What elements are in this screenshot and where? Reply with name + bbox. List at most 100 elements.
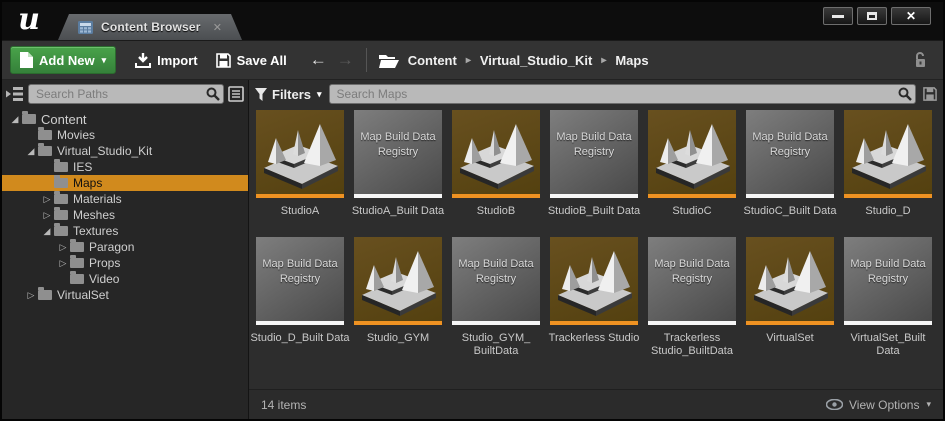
asset-name: Studio_D_Built Data	[250, 332, 350, 344]
tree-collapsed-icon[interactable]: ▷	[56, 239, 70, 255]
tree-item-ies[interactable]: IES	[2, 159, 248, 175]
folder-icon	[22, 111, 36, 124]
registry-overlay-text: Map Build Data Registry	[850, 258, 926, 285]
map-thumbnail[interactable]	[256, 110, 344, 198]
map-thumbnail[interactable]	[354, 237, 442, 325]
registry-thumbnail[interactable]: Map Build Data Registry	[844, 237, 932, 325]
tree-item-paragon[interactable]: ▷ Paragon	[2, 239, 248, 255]
registry-thumbnail[interactable]: Map Build Data Registry	[746, 110, 834, 198]
asset-tile[interactable]: StudioB	[450, 110, 542, 233]
tree-item-label: Virtual_Studio_Kit	[57, 144, 153, 158]
breadcrumb-separator-icon: ▸	[601, 54, 607, 66]
tree-item-meshes[interactable]: ▷ Meshes	[2, 207, 248, 223]
tree-item-content[interactable]: ◢ Content	[2, 111, 248, 127]
item-count: 14 items	[261, 397, 307, 412]
minimize-button[interactable]	[823, 7, 853, 25]
toolbar: Add New ▾ Import Save All ← → Content ▸ …	[2, 40, 943, 80]
toolbar-separator	[365, 48, 367, 72]
tree-item-movies[interactable]: Movies	[2, 127, 248, 143]
asset-tile[interactable]: Map Build Data Registry StudioC_Built Dat…	[744, 110, 836, 233]
tab-close-icon[interactable]: ✕	[213, 21, 222, 34]
search-paths-input[interactable]	[28, 84, 224, 104]
view-options-button[interactable]: View Options ▾	[825, 397, 931, 412]
asset-tile[interactable]: Map Build Data Registry StudioA_Built Dat…	[352, 110, 444, 233]
import-button[interactable]: Import	[126, 46, 206, 74]
folder-icon	[54, 159, 68, 172]
tab-label: Content Browser	[101, 20, 201, 34]
unlock-icon[interactable]	[913, 52, 927, 68]
tree-expanded-icon[interactable]: ◢	[24, 143, 38, 159]
tree-item-maps-selected[interactable]: Maps	[2, 175, 248, 191]
asset-tile[interactable]: Studio_GYM	[352, 237, 444, 360]
unreal-engine-logo-icon: u	[18, 2, 40, 37]
tree-item-video[interactable]: Video	[2, 271, 248, 287]
open-folder-icon	[378, 54, 399, 68]
tree-expanded-icon[interactable]: ◢	[8, 111, 22, 127]
tree-item-props[interactable]: ▷ Props	[2, 255, 248, 271]
studio-map-thumbnail-icon	[460, 124, 534, 189]
back-arrow-icon[interactable]: ←	[310, 50, 327, 70]
tree-item-virtualset[interactable]: ▷ VirtualSet	[2, 287, 248, 303]
sources-header	[2, 80, 248, 108]
registry-thumbnail[interactable]: Map Build Data Registry	[648, 237, 736, 325]
asset-tile[interactable]: Map Build Data Registry StudioB_Built Dat…	[548, 110, 640, 233]
search-assets-input[interactable]	[328, 84, 916, 104]
asset-tile[interactable]: StudioC	[646, 110, 738, 233]
breadcrumb-item-maps[interactable]: Maps	[615, 53, 648, 68]
tree-expanded-icon[interactable]: ◢	[40, 223, 54, 239]
breadcrumb-item-virtual-studio-kit[interactable]: Virtual_Studio_Kit	[480, 53, 592, 68]
import-label: Import	[157, 52, 198, 68]
map-thumbnail[interactable]	[844, 110, 932, 198]
registry-color-strip	[648, 321, 736, 325]
map-thumbnail[interactable]	[648, 110, 736, 198]
tab-content-browser[interactable]: Content Browser ✕	[58, 14, 242, 40]
sources-panel: ◢ Content Movies ◢ Virtual_Studio_Kit	[2, 80, 249, 419]
tree-item-label: Textures	[73, 224, 119, 238]
tree-item-virtual-studio-kit[interactable]: ◢ Virtual_Studio_Kit	[2, 143, 248, 159]
asset-tile[interactable]: Map Build Data Registry Studio_GYM_ Built…	[450, 237, 542, 360]
folder-tree: ◢ Content Movies ◢ Virtual_Studio_Kit IE…	[2, 111, 248, 303]
map-thumbnail[interactable]	[746, 237, 834, 325]
asset-tile[interactable]: Trackerless Studio	[548, 237, 640, 360]
registry-thumbnail[interactable]: Map Build Data Registry	[256, 237, 344, 325]
chevron-down-icon: ▾	[101, 54, 107, 65]
tree-item-materials[interactable]: ▷ Materials	[2, 191, 248, 207]
registry-color-strip	[256, 321, 344, 325]
breadcrumb-item-content[interactable]: Content	[408, 53, 457, 68]
list-view-icon[interactable]	[228, 86, 244, 102]
asset-tile[interactable]: Map Build Data Registry VirtualSet_Built …	[842, 237, 934, 360]
collapse-sources-icon[interactable]	[6, 86, 24, 102]
asset-tile[interactable]: Map Build Data Registry Studio_D_Built Da…	[250, 237, 350, 360]
tree-item-textures[interactable]: ◢ Textures	[2, 223, 248, 239]
registry-thumbnail[interactable]: Map Build Data Registry	[550, 110, 638, 198]
folder-icon	[70, 271, 84, 284]
import-icon	[135, 52, 152, 68]
asset-tile[interactable]: Map Build Data Registry Trackerless Studi…	[646, 237, 738, 360]
registry-color-strip	[550, 194, 638, 198]
filters-button[interactable]: Filters ▾	[255, 87, 322, 102]
registry-thumbnail[interactable]: Map Build Data Registry	[354, 110, 442, 198]
tree-collapsed-icon[interactable]: ▷	[40, 207, 54, 223]
save-all-button[interactable]: Save All	[207, 46, 296, 74]
registry-color-strip	[746, 194, 834, 198]
title-bar: u Content Browser ✕ ✕	[2, 2, 943, 40]
registry-thumbnail[interactable]: Map Build Data Registry	[452, 237, 540, 325]
asset-tile[interactable]: Studio_D	[842, 110, 934, 233]
tree-collapsed-icon[interactable]: ▷	[24, 287, 38, 303]
close-button[interactable]: ✕	[891, 7, 931, 25]
view-options-label: View Options	[848, 397, 920, 412]
save-search-icon[interactable]	[923, 87, 937, 101]
add-new-button[interactable]: Add New ▾	[10, 46, 117, 74]
map-thumbnail[interactable]	[550, 237, 638, 325]
asset-name: Trackerless Studio_BuiltData	[651, 332, 733, 357]
tree-collapsed-icon[interactable]: ▷	[56, 255, 70, 271]
map-thumbnail[interactable]	[452, 110, 540, 198]
asset-tile[interactable]: VirtualSet	[744, 237, 836, 360]
folder-icon	[38, 127, 52, 140]
content-browser-window: u Content Browser ✕ ✕ Add New ▾ Import S…	[0, 0, 945, 421]
maximize-button[interactable]	[857, 7, 887, 25]
asset-grid: StudioA Map Build Data Registry StudioA_Bu…	[249, 108, 943, 364]
tree-collapsed-icon[interactable]: ▷	[40, 191, 54, 207]
tree-item-label: Meshes	[73, 208, 116, 222]
asset-tile[interactable]: StudioA	[254, 110, 346, 233]
